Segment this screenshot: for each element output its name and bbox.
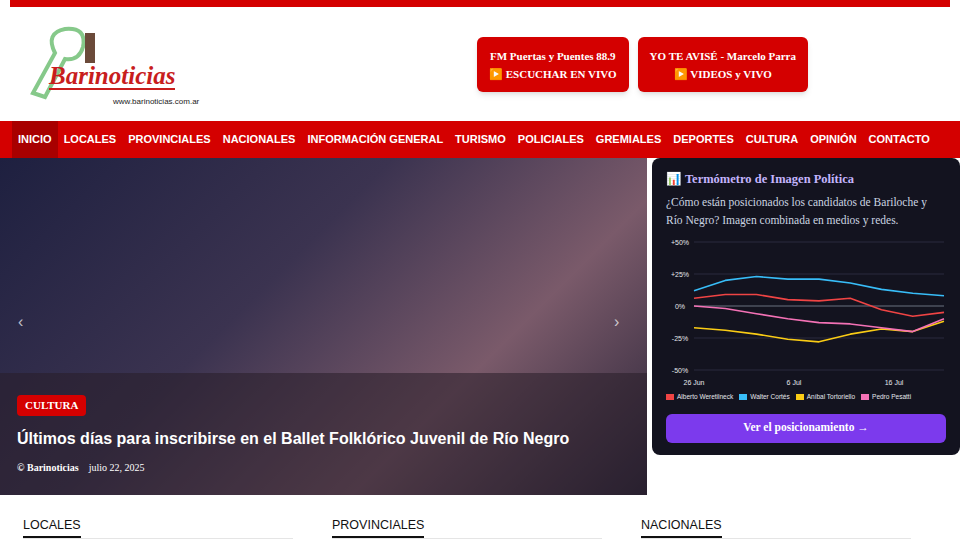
nav-item[interactable]: LOCALES: [58, 121, 123, 158]
nav-item[interactable]: PROVINCIALES: [122, 121, 217, 158]
section-heading[interactable]: NACIONALES: [618, 512, 927, 539]
svg-text:+25%: +25%: [671, 270, 689, 277]
nav-item[interactable]: CULTURA: [740, 121, 804, 158]
svg-text:16 Jul: 16 Jul: [885, 379, 904, 386]
series-line: [694, 294, 944, 316]
chart-legend: Alberto WeretilneckWalter CortésAníbal T…: [666, 392, 946, 402]
nav-item[interactable]: GREMIALES: [590, 121, 667, 158]
legend-swatch: [739, 394, 747, 400]
header-button[interactable]: YO TE AVISÉ - Marcelo Parra▶️ VIDEOS y V…: [638, 37, 808, 92]
nav-item[interactable]: INICIO: [12, 121, 58, 158]
hero-author: © Barinoticias: [17, 460, 79, 475]
legend-swatch: [861, 394, 869, 400]
poll-subtitle: ¿Cómo están posicionados los candidatos …: [666, 193, 946, 229]
nav-item[interactable]: TURISMO: [449, 121, 512, 158]
prev-arrow[interactable]: ‹: [18, 310, 23, 334]
svg-text:+50%: +50%: [671, 238, 689, 245]
top-bar: [10, 0, 950, 7]
poll-panel: 📊 Termómetro de Imagen Política ¿Cómo est…: [652, 158, 960, 455]
nav-item[interactable]: POLICIALES: [512, 121, 590, 158]
nav-item[interactable]: CONTACTO: [863, 121, 936, 158]
poll-chart: +50% +25% 0% -25% -50% 26 Jun 6 Jul 16 Jul: [666, 235, 946, 391]
nav-item[interactable]: INFORMACIÓN GENERAL: [301, 121, 449, 158]
hero-title[interactable]: Últimos días para inscribirse en el Ball…: [17, 429, 637, 449]
section-heading[interactable]: PROVINCIALES: [309, 512, 618, 539]
legend-swatch: [796, 394, 804, 400]
nav-item[interactable]: NACIONALES: [217, 121, 302, 158]
category-badge[interactable]: CULTURA: [17, 395, 86, 416]
legend-swatch: [666, 394, 674, 400]
nav-item[interactable]: OPINIÓN: [804, 121, 862, 158]
hero-date: julio 22, 2025: [89, 460, 145, 475]
svg-text:0%: 0%: [675, 302, 685, 309]
poll-button[interactable]: Ver el posicionamiento →: [666, 414, 946, 443]
svg-text:-50%: -50%: [672, 366, 688, 373]
svg-text:6 Jul: 6 Jul: [787, 379, 802, 386]
hero-slide[interactable]: ‹ › CULTURA Últimos días para inscribirse e…: [0, 158, 647, 495]
series-line: [694, 306, 944, 332]
svg-text:-25%: -25%: [672, 334, 688, 341]
svg-text:26 Jun: 26 Jun: [683, 379, 704, 386]
page: Barinoticiaswww.barinoticias.com.ar FM Pu…: [0, 0, 960, 540]
poll-title: 📊 Termómetro de Imagen Política: [666, 170, 946, 189]
section-heading[interactable]: LOCALES: [0, 512, 309, 539]
header-button[interactable]: FM Puertas y Puentes 88.9▶️ ESCUCHAR EN …: [477, 37, 629, 92]
next-arrow[interactable]: ›: [614, 310, 619, 334]
logo[interactable]: Barinoticiaswww.barinoticias.com.ar: [25, 23, 215, 109]
nav-bar: INICIOLOCALESPROVINCIALESNACIONALESINFOR…: [0, 121, 960, 158]
nav-item[interactable]: DEPORTES: [667, 121, 740, 158]
header: Barinoticiaswww.barinoticias.com.ar FM Pu…: [0, 7, 960, 121]
series-line: [694, 276, 944, 295]
